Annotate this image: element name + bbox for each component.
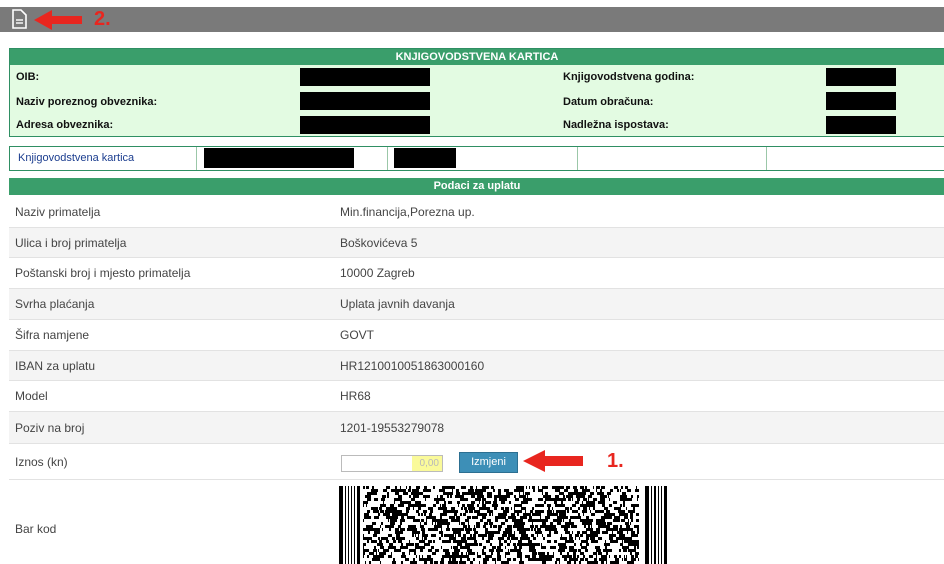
calculation-date-label: Datum obračuna: — [563, 96, 654, 108]
redacted-card-field-1 — [204, 148, 354, 168]
redacted-oib — [300, 68, 430, 86]
table-row: Šifra namjene GOVT — [9, 320, 944, 351]
barcode-image — [339, 486, 669, 564]
divider — [387, 147, 388, 170]
oib-label: OIB: — [16, 71, 40, 83]
row-label: Šifra namjene — [15, 328, 90, 342]
table-row: IBAN za uplatu HR1210010051863000160 — [9, 351, 944, 381]
card-selection-row: Knjigovodstvena kartica — [9, 146, 944, 171]
accounting-year-label: Knjigovodstvena godina: — [563, 71, 695, 83]
row-label: Model — [15, 389, 48, 403]
table-row: Poziv na broj 1201-19553279078 — [9, 412, 944, 444]
row-value: GOVT — [340, 328, 375, 342]
redacted-year — [826, 68, 896, 86]
payment-section-title: Podaci za uplatu — [9, 178, 944, 195]
annotation-arrow-left-icon — [34, 10, 84, 33]
redacted-office — [826, 116, 896, 134]
annotation-arrow-left-icon — [523, 450, 585, 475]
card-row-label: Knjigovodstvena kartica — [18, 152, 135, 164]
table-row: Svrha plaćanja Uplata javnih davanja — [9, 289, 944, 320]
row-value: HR68 — [340, 389, 371, 403]
row-value: 10000 Zagreb — [340, 266, 415, 280]
table-row: Naziv primatelja Min.financija,Porezna u… — [9, 197, 944, 228]
redacted-date — [826, 92, 896, 110]
amount-label: Iznos (kn) — [15, 455, 68, 469]
row-value: Uplata javnih davanja — [340, 297, 455, 311]
toolbar-strip — [0, 7, 944, 32]
row-label: Naziv primatelja — [15, 205, 101, 219]
taxpayer-name-label: Naziv poreznog obveznika: — [16, 96, 158, 108]
redacted-card-field-2 — [394, 148, 456, 168]
redacted-address — [300, 116, 430, 134]
row-label: IBAN za uplatu — [15, 359, 96, 373]
row-label: Poziv na broj — [15, 421, 85, 435]
edit-button[interactable]: Izmjeni — [459, 452, 518, 473]
annotation-number-2: 2. — [94, 8, 111, 30]
row-label: Poštanski broj i mjesto primatelja — [15, 266, 191, 280]
annotation-number-1: 1. — [607, 450, 624, 472]
table-row: Ulica i broj primatelja Boškovićeva 5 — [9, 228, 944, 258]
document-icon[interactable] — [9, 9, 29, 29]
barcode-label: Bar kod — [15, 522, 57, 536]
table-row: Model HR68 — [9, 381, 944, 412]
taxpayer-address-label: Adresa obveznika: — [16, 119, 114, 131]
card-title: KNJIGOVODSTVENA KARTICA — [10, 49, 944, 65]
divider — [577, 147, 578, 170]
row-value: Boškovićeva 5 — [340, 236, 418, 250]
amount-input[interactable]: 0,00 — [341, 455, 443, 472]
divider — [766, 147, 767, 170]
amount-value: 0,00 — [412, 456, 442, 471]
row-label: Svrha plaćanja — [15, 297, 95, 311]
row-value: 1201-19553279078 — [340, 421, 445, 435]
top-toolbar: 2. — [0, 0, 944, 32]
row-label: Ulica i broj primatelja — [15, 236, 127, 250]
row-value: HR1210010051863000160 — [340, 359, 485, 373]
row-value: Min.financija,Porezna up. — [340, 205, 475, 219]
divider — [196, 147, 197, 170]
tax-office-label: Nadležna ispostava: — [563, 119, 669, 131]
table-row: Poštanski broj i mjesto primatelja 10000… — [9, 258, 944, 289]
redacted-name — [300, 92, 430, 110]
accounting-card: KNJIGOVODSTVENA KARTICA OIB: Naziv porez… — [9, 48, 944, 137]
